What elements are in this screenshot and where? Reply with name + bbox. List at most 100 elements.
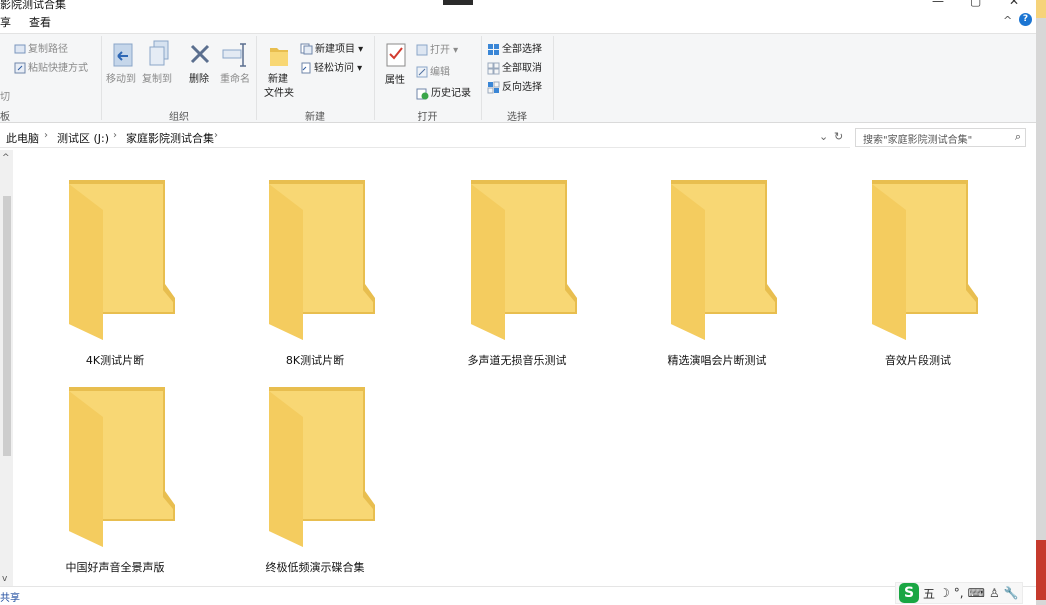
folder-item[interactable]: 8K测试片断 bbox=[245, 180, 385, 370]
search-placeholder: 搜索"家庭影院测试合集" bbox=[863, 135, 973, 146]
folder-item[interactable]: 中国好声音全景声版 bbox=[45, 387, 185, 577]
close-button[interactable]: ✕ bbox=[1009, 0, 1019, 8]
breadcrumb-folder[interactable]: 家庭影院测试合集 bbox=[126, 130, 214, 146]
wrench-icon[interactable]: 🔧 bbox=[1004, 586, 1019, 600]
select-none-icon bbox=[487, 62, 500, 74]
folder-item[interactable]: 4K测试片断 bbox=[45, 180, 185, 370]
folder-name: 中国好声音全景声版 bbox=[65, 561, 165, 574]
folder-name: 4K测试片断 bbox=[85, 354, 145, 367]
edit-button[interactable]: 编辑 bbox=[416, 63, 450, 78]
select-none-button[interactable]: 全部取消 bbox=[487, 59, 542, 75]
easy-access-button[interactable]: 轻松访问 ▾ bbox=[300, 59, 362, 74]
keyboard-icon[interactable]: ⌨ bbox=[968, 586, 985, 600]
folder-name: 多声道无损音乐测试 bbox=[467, 354, 567, 367]
address-bar[interactable]: 此电脑 › 测试区 (J:) › 家庭影院测试合集 › ⌄ ↻ bbox=[0, 126, 850, 148]
folder-name: 终极低频演示碟合集 bbox=[265, 561, 365, 574]
paste-shortcut-icon bbox=[14, 62, 26, 74]
scroll-down-icon[interactable]: v bbox=[2, 574, 7, 584]
copy-path-icon bbox=[14, 44, 26, 54]
open-button[interactable]: 打开 ▾ bbox=[416, 41, 458, 56]
new-folder-icon bbox=[270, 48, 288, 66]
rename-button[interactable]: 重命名 bbox=[220, 70, 250, 85]
easy-access-icon bbox=[301, 62, 311, 74]
title-thumb bbox=[443, 0, 473, 5]
folder-item[interactable]: 音效片段测试 bbox=[848, 180, 988, 370]
delete-icon bbox=[190, 44, 210, 64]
copy-to-button[interactable]: 复制到 bbox=[142, 70, 172, 85]
status-share-text: 共享 bbox=[0, 593, 20, 604]
collapse-ribbon-icon[interactable]: ^ bbox=[1003, 14, 1012, 27]
copy-to-icon bbox=[149, 40, 169, 66]
rename-icon bbox=[222, 43, 246, 67]
folder-item[interactable]: 终极低频演示碟合集 bbox=[245, 387, 385, 577]
folder-name: 精选演唱会片断测试 bbox=[667, 354, 767, 367]
folder-icon bbox=[471, 180, 577, 340]
title-bar: 影院测试合集 — ▢ ✕ bbox=[0, 0, 1046, 10]
new-folder-label-2: 文件夹 bbox=[264, 88, 294, 99]
invert-selection-icon bbox=[487, 81, 500, 93]
breadcrumb-separator-icon[interactable]: › bbox=[44, 130, 48, 141]
scroll-up-icon[interactable]: ^ bbox=[2, 153, 10, 163]
select-all-button[interactable]: 全部选择 bbox=[487, 40, 542, 56]
breadcrumb-separator-icon[interactable]: › bbox=[214, 130, 218, 141]
new-item-button[interactable]: 新建项目 ▾ bbox=[300, 40, 363, 55]
address-dropdown-icon[interactable]: ⌄ bbox=[819, 130, 828, 143]
folder-item[interactable]: 精选演唱会片断测试 bbox=[647, 180, 787, 370]
history-button[interactable]: 历史记录 bbox=[416, 84, 471, 100]
clipboard-group-label: 板 bbox=[0, 112, 10, 123]
restore-button[interactable]: ▢ bbox=[970, 0, 981, 8]
new-item-icon bbox=[300, 43, 313, 55]
folder-icon bbox=[69, 387, 175, 547]
moon-icon[interactable]: ☽ bbox=[939, 586, 950, 600]
properties-icon bbox=[386, 43, 406, 67]
new-group-label: 新建 bbox=[305, 112, 325, 123]
move-to-button[interactable]: 移动到 bbox=[106, 70, 136, 85]
ribbon-tabs: 享 查看 ^ bbox=[0, 11, 1046, 31]
folder-icon bbox=[269, 180, 375, 340]
search-box[interactable]: 搜索"家庭影院测试合集" ⌕ bbox=[855, 128, 1026, 147]
open-group-label: 打开 bbox=[417, 112, 438, 123]
ime-logo-icon: S bbox=[899, 583, 919, 603]
delete-button[interactable]: 删除 bbox=[189, 70, 209, 85]
paste-shortcut-button[interactable]: 粘贴快捷方式 bbox=[14, 59, 88, 74]
vertical-scrollbar[interactable]: ^ v bbox=[0, 150, 13, 586]
breadcrumb-separator-icon[interactable]: › bbox=[113, 130, 117, 141]
open-icon bbox=[416, 44, 428, 56]
folder-icon bbox=[671, 180, 777, 340]
tab-view[interactable]: 查看 bbox=[29, 14, 51, 30]
minimize-button[interactable]: — bbox=[932, 0, 944, 8]
folder-item[interactable]: 多声道无损音乐测试 bbox=[447, 180, 587, 370]
ribbon: 复制路径 粘贴快捷方式 切 板 移动到 复制到 删除 重命名 组织 新建 文件夹… bbox=[0, 33, 1036, 123]
new-folder-button[interactable]: 新建 bbox=[268, 70, 288, 85]
properties-button[interactable]: 属性 bbox=[385, 71, 405, 86]
new-folder-label-1: 新建 bbox=[268, 74, 288, 85]
ime-toolbar[interactable]: S 五 ☽ °, ⌨ ♙ 🔧 bbox=[895, 582, 1023, 604]
organize-group-label: 组织 bbox=[169, 112, 189, 123]
scroll-thumb[interactable] bbox=[3, 196, 11, 456]
status-bar: 共享 bbox=[0, 586, 1046, 605]
copy-path-button[interactable]: 复制路径 bbox=[14, 40, 68, 55]
folder-name: 音效片段测试 bbox=[885, 354, 951, 367]
edit-icon bbox=[416, 66, 428, 78]
move-to-icon bbox=[113, 43, 133, 67]
window-title: 影院测试合集 bbox=[0, 0, 66, 10]
folder-icon bbox=[872, 180, 978, 340]
search-icon[interactable]: ⌕ bbox=[1015, 130, 1021, 144]
select-all-icon bbox=[488, 43, 499, 55]
cut-button[interactable]: 切 bbox=[0, 88, 10, 103]
invert-selection-button[interactable]: 反向选择 bbox=[487, 78, 542, 94]
folder-icon bbox=[69, 180, 175, 340]
user-icon[interactable]: ♙ bbox=[989, 586, 1000, 600]
punctuation-icon[interactable]: °, bbox=[954, 586, 964, 600]
select-group-label: 选择 bbox=[507, 112, 527, 123]
folder-icon bbox=[269, 387, 375, 547]
tab-share[interactable]: 享 bbox=[0, 14, 11, 30]
history-icon bbox=[416, 88, 429, 99]
folder-name: 8K测试片断 bbox=[285, 354, 345, 367]
breadcrumb-this-pc[interactable]: 此电脑 bbox=[6, 130, 39, 146]
ime-mode[interactable]: 五 bbox=[923, 585, 935, 602]
breadcrumb-drive[interactable]: 测试区 (J:) bbox=[57, 130, 109, 146]
right-edge bbox=[1036, 0, 1046, 605]
help-icon[interactable]: ? bbox=[1019, 13, 1032, 26]
refresh-icon[interactable]: ↻ bbox=[834, 130, 843, 143]
